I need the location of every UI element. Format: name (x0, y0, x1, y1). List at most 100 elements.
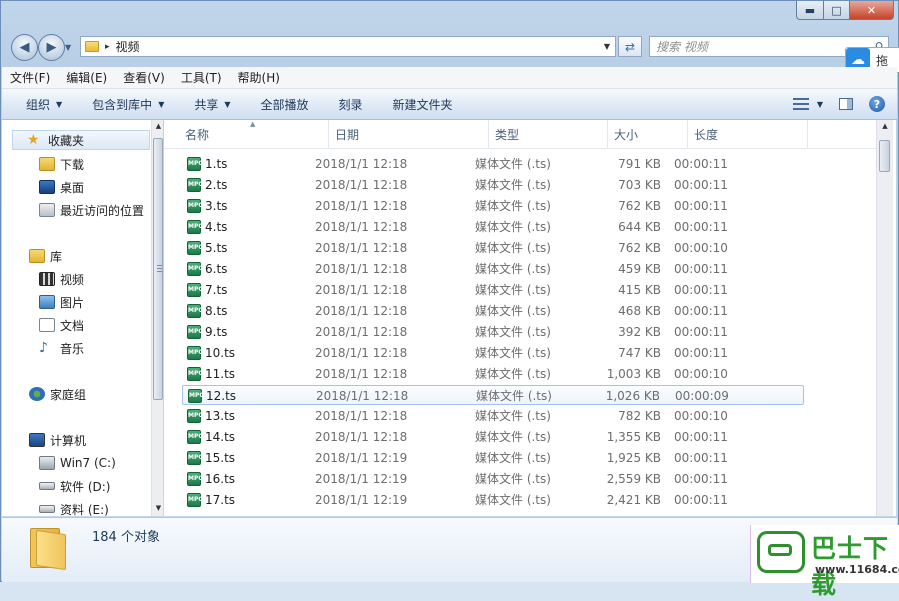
table-row[interactable]: MPG 2.ts 2018/1/1 12:18 媒体文件 (.ts) 703 KB 00:… (182, 175, 804, 195)
table-row[interactable]: MPG 15.ts 2018/1/1 12:19 媒体文件 (.ts) 1,925 KB… (182, 448, 804, 468)
table-row[interactable]: MPG 7.ts 2018/1/1 12:18 媒体文件 (.ts) 415 KB 00:… (182, 280, 804, 300)
cell-type: 媒体文件 (.ts) (475, 367, 551, 381)
nav-documents[interactable]: 文档 (39, 315, 84, 335)
nav-drive-e[interactable]: 资料 (E:) (39, 499, 109, 516)
column-date[interactable]: 日期 (329, 120, 489, 148)
refresh-button[interactable]: ⇄ (618, 36, 642, 57)
share-button[interactable]: 共享 ▼ (176, 96, 242, 113)
nav-recent-places[interactable]: 最近访问的位置 (39, 200, 144, 220)
table-row[interactable]: MPG 8.ts 2018/1/1 12:18 媒体文件 (.ts) 468 KB 00:… (182, 301, 804, 321)
nav-libraries[interactable]: 库 (29, 246, 62, 266)
item-count: 184 个对象 (92, 530, 160, 545)
organize-button[interactable]: 组织 ▼ (2, 96, 74, 113)
close-button[interactable]: ✕ (850, 1, 894, 20)
table-row[interactable]: MPG 11.ts 2018/1/1 12:18 媒体文件 (.ts) 1,003 KB… (182, 364, 804, 384)
nav-downloads[interactable]: 下载 (39, 154, 84, 174)
menu-file[interactable]: 文件(F) (2, 69, 58, 86)
table-row[interactable]: MPG 1.ts 2018/1/1 12:18 媒体文件 (.ts) 791 KB 00:… (182, 154, 804, 174)
forward-button[interactable]: ▶ (38, 34, 65, 61)
maximize-button[interactable]: □ (824, 1, 850, 20)
navigation-pane: ★ 收藏夹 下载 桌面 最近访问的位置 库 视频 图片 文档 ♪ 音乐 家庭组 … (2, 120, 163, 516)
nav-videos[interactable]: 视频 (39, 269, 84, 289)
nav-label: Win7 (C:) (60, 456, 116, 470)
table-row[interactable]: MPG 12.ts 2018/1/1 12:18 媒体文件 (.ts) 1,026 KB… (182, 385, 804, 405)
address-bar[interactable]: ▸ 视频 ▼ (80, 36, 616, 57)
help-icon[interactable]: ? (869, 96, 885, 112)
table-row[interactable]: MPG 14.ts 2018/1/1 12:18 媒体文件 (.ts) 1,355 KB… (182, 427, 804, 447)
minimize-button[interactable]: ▬ (796, 1, 824, 20)
cell-length: 00:00:11 (674, 262, 728, 276)
nav-drive-c[interactable]: Win7 (C:) (39, 453, 116, 473)
cell-size: 2,559 KB (606, 472, 661, 486)
cell-size: 459 KB (618, 262, 661, 276)
scroll-up-icon[interactable]: ▲ (877, 122, 893, 130)
new-folder-button[interactable]: 新建文件夹 (375, 96, 465, 113)
media-file-icon: MPG (187, 262, 203, 276)
cell-length: 00:00:10 (674, 367, 728, 381)
nav-scrollbar[interactable]: ▲ ▼ (151, 120, 163, 516)
cell-date: 2018/1/1 12:18 (315, 346, 408, 360)
back-button[interactable]: ◀ (11, 34, 38, 61)
burn-button[interactable]: 刻录 (321, 96, 375, 113)
file-list-scrollbar-thumb[interactable] (879, 140, 890, 172)
column-name[interactable]: 名称 (179, 120, 329, 148)
file-list-scrollbar[interactable]: ▲ (876, 120, 893, 516)
cell-length: 00:00:10 (674, 241, 728, 255)
column-size[interactable]: 大小 (608, 120, 688, 148)
cell-date: 2018/1/1 12:18 (315, 430, 408, 444)
media-file-icon: MPG (187, 325, 203, 339)
view-dropdown-icon[interactable]: ▼ (817, 100, 823, 109)
table-row[interactable]: MPG 3.ts 2018/1/1 12:18 媒体文件 (.ts) 762 KB 00:… (182, 196, 804, 216)
table-row[interactable]: MPG 13.ts 2018/1/1 12:18 媒体文件 (.ts) 782 KB 00… (182, 406, 804, 426)
nav-music[interactable]: ♪ 音乐 (39, 338, 84, 358)
media-file-icon: MPG (187, 409, 203, 423)
nav-desktop[interactable]: 桌面 (39, 177, 84, 197)
nav-pictures[interactable]: 图片 (39, 292, 84, 312)
search-input[interactable] (650, 38, 870, 55)
table-row[interactable]: MPG 9.ts 2018/1/1 12:18 媒体文件 (.ts) 392 KB 00:… (182, 322, 804, 342)
share-label: 共享 (194, 97, 219, 112)
nav-label: 文档 (60, 318, 85, 333)
breadcrumb-videos[interactable]: 视频 (116, 38, 140, 55)
nav-computer[interactable]: 计算机 (29, 430, 86, 450)
column-type[interactable]: 类型 (489, 120, 608, 148)
table-row[interactable]: MPG 5.ts 2018/1/1 12:18 媒体文件 (.ts) 762 KB 00:… (182, 238, 804, 258)
breadcrumb-separator[interactable]: ▸ (105, 42, 110, 52)
cell-name: 15.ts (205, 451, 236, 465)
column-length[interactable]: 长度 (688, 120, 808, 148)
table-row[interactable]: MPG 6.ts 2018/1/1 12:18 媒体文件 (.ts) 459 KB 00:… (182, 259, 804, 279)
table-row[interactable]: MPG 17.ts 2018/1/1 12:19 媒体文件 (.ts) 2,421 KB… (182, 490, 804, 510)
cell-size: 415 KB (618, 283, 661, 297)
cell-length: 00:00:11 (674, 493, 728, 507)
table-row[interactable]: MPG 4.ts 2018/1/1 12:18 媒体文件 (.ts) 644 KB 00:… (182, 217, 804, 237)
nav-scrollbar-thumb[interactable] (153, 138, 163, 400)
table-row[interactable]: MPG 16.ts 2018/1/1 12:19 媒体文件 (.ts) 2,559 KB… (182, 469, 804, 489)
menu-view[interactable]: 查看(V) (115, 69, 173, 86)
cell-name: 6.ts (205, 262, 228, 276)
downloads-folder-icon (39, 157, 55, 171)
address-dropdown-icon[interactable]: ▼ (604, 42, 610, 51)
cell-type: 媒体文件 (.ts) (475, 346, 551, 360)
menu-edit[interactable]: 编辑(E) (58, 69, 115, 86)
media-file-icon: MPG (187, 367, 203, 381)
nav-label: 下载 (60, 157, 85, 172)
nav-homegroup[interactable]: 家庭组 (29, 384, 86, 404)
recent-pages-dropdown[interactable]: ▼ (65, 43, 71, 52)
nav-favorites[interactable]: ★ 收藏夹 (12, 130, 150, 150)
folder-icon (30, 524, 66, 571)
cell-name: 12.ts (206, 389, 237, 403)
cell-date: 2018/1/1 12:19 (315, 451, 408, 465)
play-all-button[interactable]: 全部播放 (243, 96, 321, 113)
menu-help[interactable]: 帮助(H) (230, 69, 288, 86)
menu-tools[interactable]: 工具(T) (173, 69, 230, 86)
table-row[interactable]: MPG 10.ts 2018/1/1 12:18 媒体文件 (.ts) 747 KB 00… (182, 343, 804, 363)
change-view-icon[interactable] (792, 98, 809, 110)
scroll-down-icon[interactable]: ▼ (152, 504, 163, 512)
nav-drive-d[interactable]: 软件 (D:) (39, 476, 110, 496)
organize-label: 组织 (26, 97, 51, 112)
preview-pane-icon[interactable] (839, 98, 853, 110)
scroll-up-icon[interactable]: ▲ (152, 122, 163, 130)
include-library-button[interactable]: 包含到库中 ▼ (74, 96, 176, 113)
media-file-icon: MPG (187, 178, 203, 192)
cell-name: 3.ts (205, 199, 228, 213)
